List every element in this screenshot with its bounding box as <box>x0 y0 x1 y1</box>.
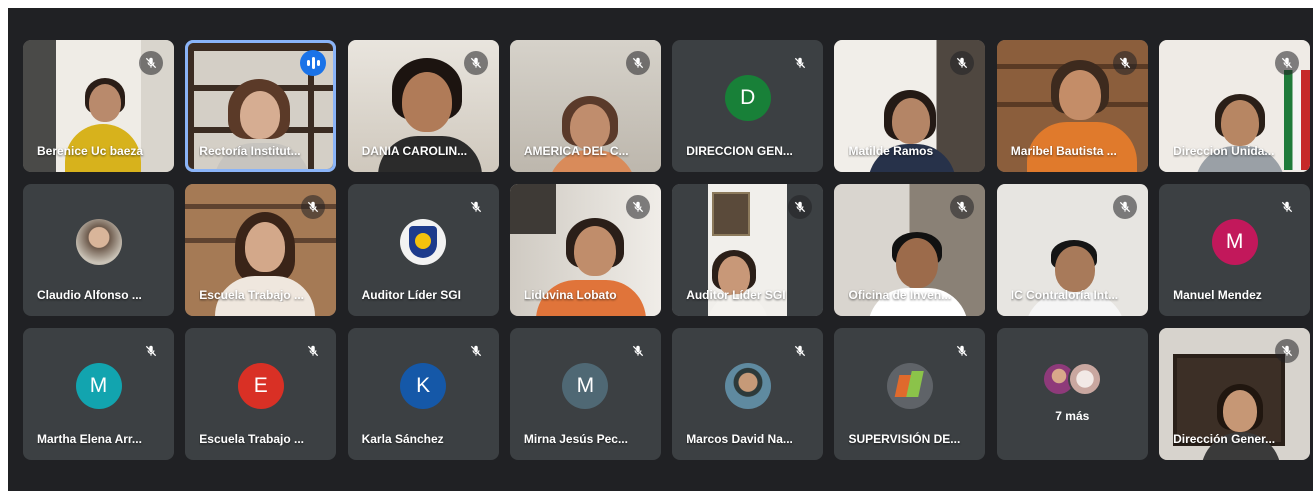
mic-off-icon <box>1112 51 1137 75</box>
participant-tile[interactable]: E Escuela Trabajo ... <box>185 328 337 460</box>
participant-name: Karla Sánchez <box>361 432 444 446</box>
participant-name: Berenice Uc baeza <box>37 144 144 158</box>
mic-off-icon <box>625 51 650 75</box>
participant-name: Mirna Jesús Pec... <box>523 432 628 446</box>
participant-name: Oficina de Inven... <box>848 288 952 302</box>
mic-off-icon <box>463 51 488 75</box>
meeting-stage: Berenice Uc baeza Rectoría Institut... D… <box>8 8 1313 491</box>
participant-name: DANIA CAROLIN... <box>361 144 468 158</box>
participant-name: Auditor Líder SGI <box>361 288 461 302</box>
checkmark-logo-icon <box>886 363 933 410</box>
participant-tile[interactable]: Matilde Ramos <box>834 40 986 172</box>
participant-avatar-initial: M <box>562 363 609 410</box>
participant-avatar-initial: D <box>724 75 771 122</box>
mic-off-icon <box>301 339 325 363</box>
mic-off-icon <box>139 339 163 363</box>
more-participants-tile[interactable]: 7 más <box>996 328 1148 460</box>
participant-name: Direccion Unida... <box>1173 144 1275 158</box>
participant-name: Rectoría Institut... <box>199 144 301 158</box>
participant-name: Auditor Líder SGI <box>686 288 786 302</box>
participant-name: Martha Elena Arr... <box>37 432 142 446</box>
participant-tile[interactable]: Direccion Unida... <box>1159 40 1311 172</box>
participant-tile[interactable]: Auditor Líder SGI <box>347 184 499 316</box>
participant-name: Manuel Mendez <box>1173 288 1262 302</box>
participant-tile[interactable]: Berenice Uc baeza <box>23 40 174 172</box>
participant-tile[interactable]: AMERICA DEL C... <box>509 40 661 172</box>
mic-off-icon <box>950 339 974 363</box>
participant-tile[interactable]: Marcos David Na... <box>672 328 824 460</box>
participant-avatar-initial: M <box>1211 219 1258 266</box>
participant-tile[interactable]: M Manuel Mendez <box>1159 184 1311 316</box>
participant-name: SUPERVISIÓN DE... <box>848 432 961 446</box>
participant-tile[interactable]: Escuela Trabajo ... <box>185 184 337 316</box>
mic-off-icon <box>788 195 813 219</box>
participant-tile[interactable]: DANIA CAROLIN... <box>347 40 499 172</box>
participant-tile[interactable]: M Mirna Jesús Pec... <box>509 328 661 460</box>
participant-name: Escuela Trabajo ... <box>199 288 305 302</box>
more-participants-label: 7 más <box>1055 409 1090 423</box>
participant-tile[interactable]: IC Contraloría Int... <box>996 184 1148 316</box>
mic-off-icon <box>464 339 488 363</box>
participant-name: Liduvina Lobato <box>523 288 617 302</box>
participant-name: IC Contraloría Int... <box>1010 288 1119 302</box>
participant-name: DIRECCION GEN... <box>686 144 793 158</box>
mic-off-icon <box>1275 339 1300 363</box>
mic-off-icon <box>1275 195 1299 219</box>
participant-avatar-photo <box>724 363 771 410</box>
mic-off-icon <box>139 51 163 75</box>
participant-tile-active-speaker[interactable]: Rectoría Institut... <box>185 40 337 172</box>
participant-name: AMERICA DEL C... <box>523 144 629 158</box>
mic-off-icon <box>1112 195 1137 219</box>
mic-off-icon <box>1275 51 1300 75</box>
mic-off-icon <box>625 195 650 219</box>
participant-tile[interactable]: K Karla Sánchez <box>347 328 499 460</box>
participant-grid: Berenice Uc baeza Rectoría Institut... D… <box>23 40 1311 460</box>
participant-name: Marcos David Na... <box>686 432 793 446</box>
participant-avatar-initial: K <box>400 363 447 410</box>
participant-name: Escuela Trabajo ... <box>199 432 305 446</box>
participant-tile[interactable]: D DIRECCION GEN... <box>672 40 824 172</box>
participant-tile[interactable]: Oficina de Inven... <box>834 184 986 316</box>
participant-tile[interactable]: SUPERVISIÓN DE... <box>834 328 986 460</box>
participant-tile[interactable]: Auditor Líder SGI <box>672 184 824 316</box>
mic-off-icon <box>626 339 650 363</box>
participant-name: Claudio Alfonso ... <box>37 288 142 302</box>
shield-logo-icon <box>400 219 447 266</box>
mic-off-icon <box>788 51 812 75</box>
participant-tile[interactable]: M Martha Elena Arr... <box>23 328 174 460</box>
mic-off-icon <box>788 339 812 363</box>
participant-tile[interactable]: Dirección Gener... <box>1159 328 1311 460</box>
participant-tile[interactable]: Maribel Bautista ... <box>996 40 1148 172</box>
participant-name: Dirección Gener... <box>1173 432 1276 446</box>
more-participants-avatars <box>997 362 1148 401</box>
participant-tile[interactable]: Liduvina Lobato <box>509 184 661 316</box>
participant-name: Maribel Bautista ... <box>1010 144 1117 158</box>
participant-avatar-initial: E <box>237 363 284 410</box>
participant-name: Matilde Ramos <box>848 144 934 158</box>
participant-avatar-initial: M <box>75 363 122 410</box>
participant-tile[interactable]: Claudio Alfonso ... <box>23 184 174 316</box>
avatar <box>1068 362 1103 396</box>
participant-avatar-photo <box>75 219 122 266</box>
mic-off-icon <box>464 195 488 219</box>
